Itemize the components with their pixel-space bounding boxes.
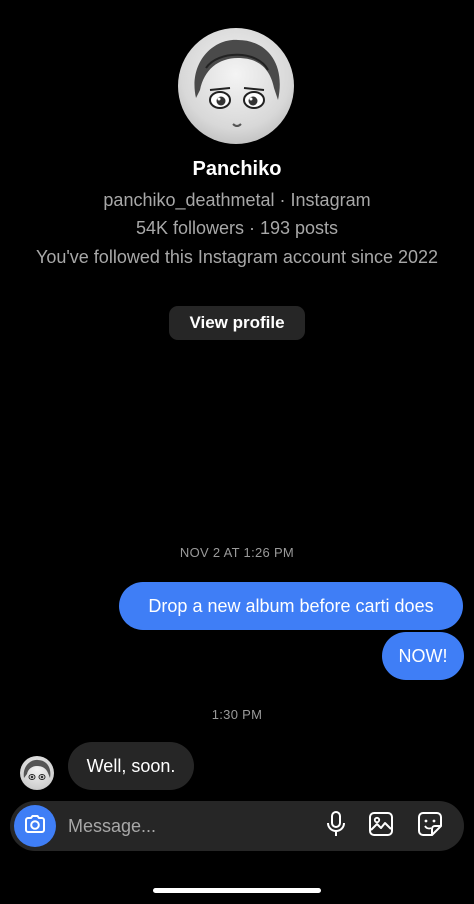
view-profile-button[interactable]: View profile: [169, 306, 305, 340]
sender-avatar[interactable]: [20, 756, 54, 790]
outgoing-message[interactable]: NOW!: [382, 632, 464, 680]
microphone-button[interactable]: [322, 810, 350, 842]
incoming-message[interactable]: Well, soon.: [68, 742, 194, 790]
camera-button[interactable]: [14, 805, 56, 847]
gallery-button[interactable]: [367, 811, 395, 842]
message-composer: [10, 801, 464, 851]
sticker-button[interactable]: [416, 811, 444, 842]
microphone-icon: [326, 810, 346, 842]
follow-since-text: You've followed this Instagram account s…: [35, 247, 439, 267]
profile-handle: panchiko_deathmetal · Instagram: [103, 190, 371, 210]
gallery-icon: [368, 811, 394, 842]
message-timestamp: 1:30 PM: [211, 707, 263, 722]
home-indicator[interactable]: [153, 888, 321, 893]
camera-icon: [24, 814, 46, 839]
profile-stats: 54K followers · 193 posts: [135, 218, 339, 238]
message-timestamp: NOV 2 AT 1:26 PM: [179, 545, 295, 560]
profile-name: Panchiko: [192, 158, 282, 180]
message-input[interactable]: [68, 811, 308, 841]
outgoing-message[interactable]: Drop a new album before carti does: [119, 582, 463, 630]
profile-avatar[interactable]: [178, 28, 294, 144]
sticker-icon: [417, 811, 443, 842]
